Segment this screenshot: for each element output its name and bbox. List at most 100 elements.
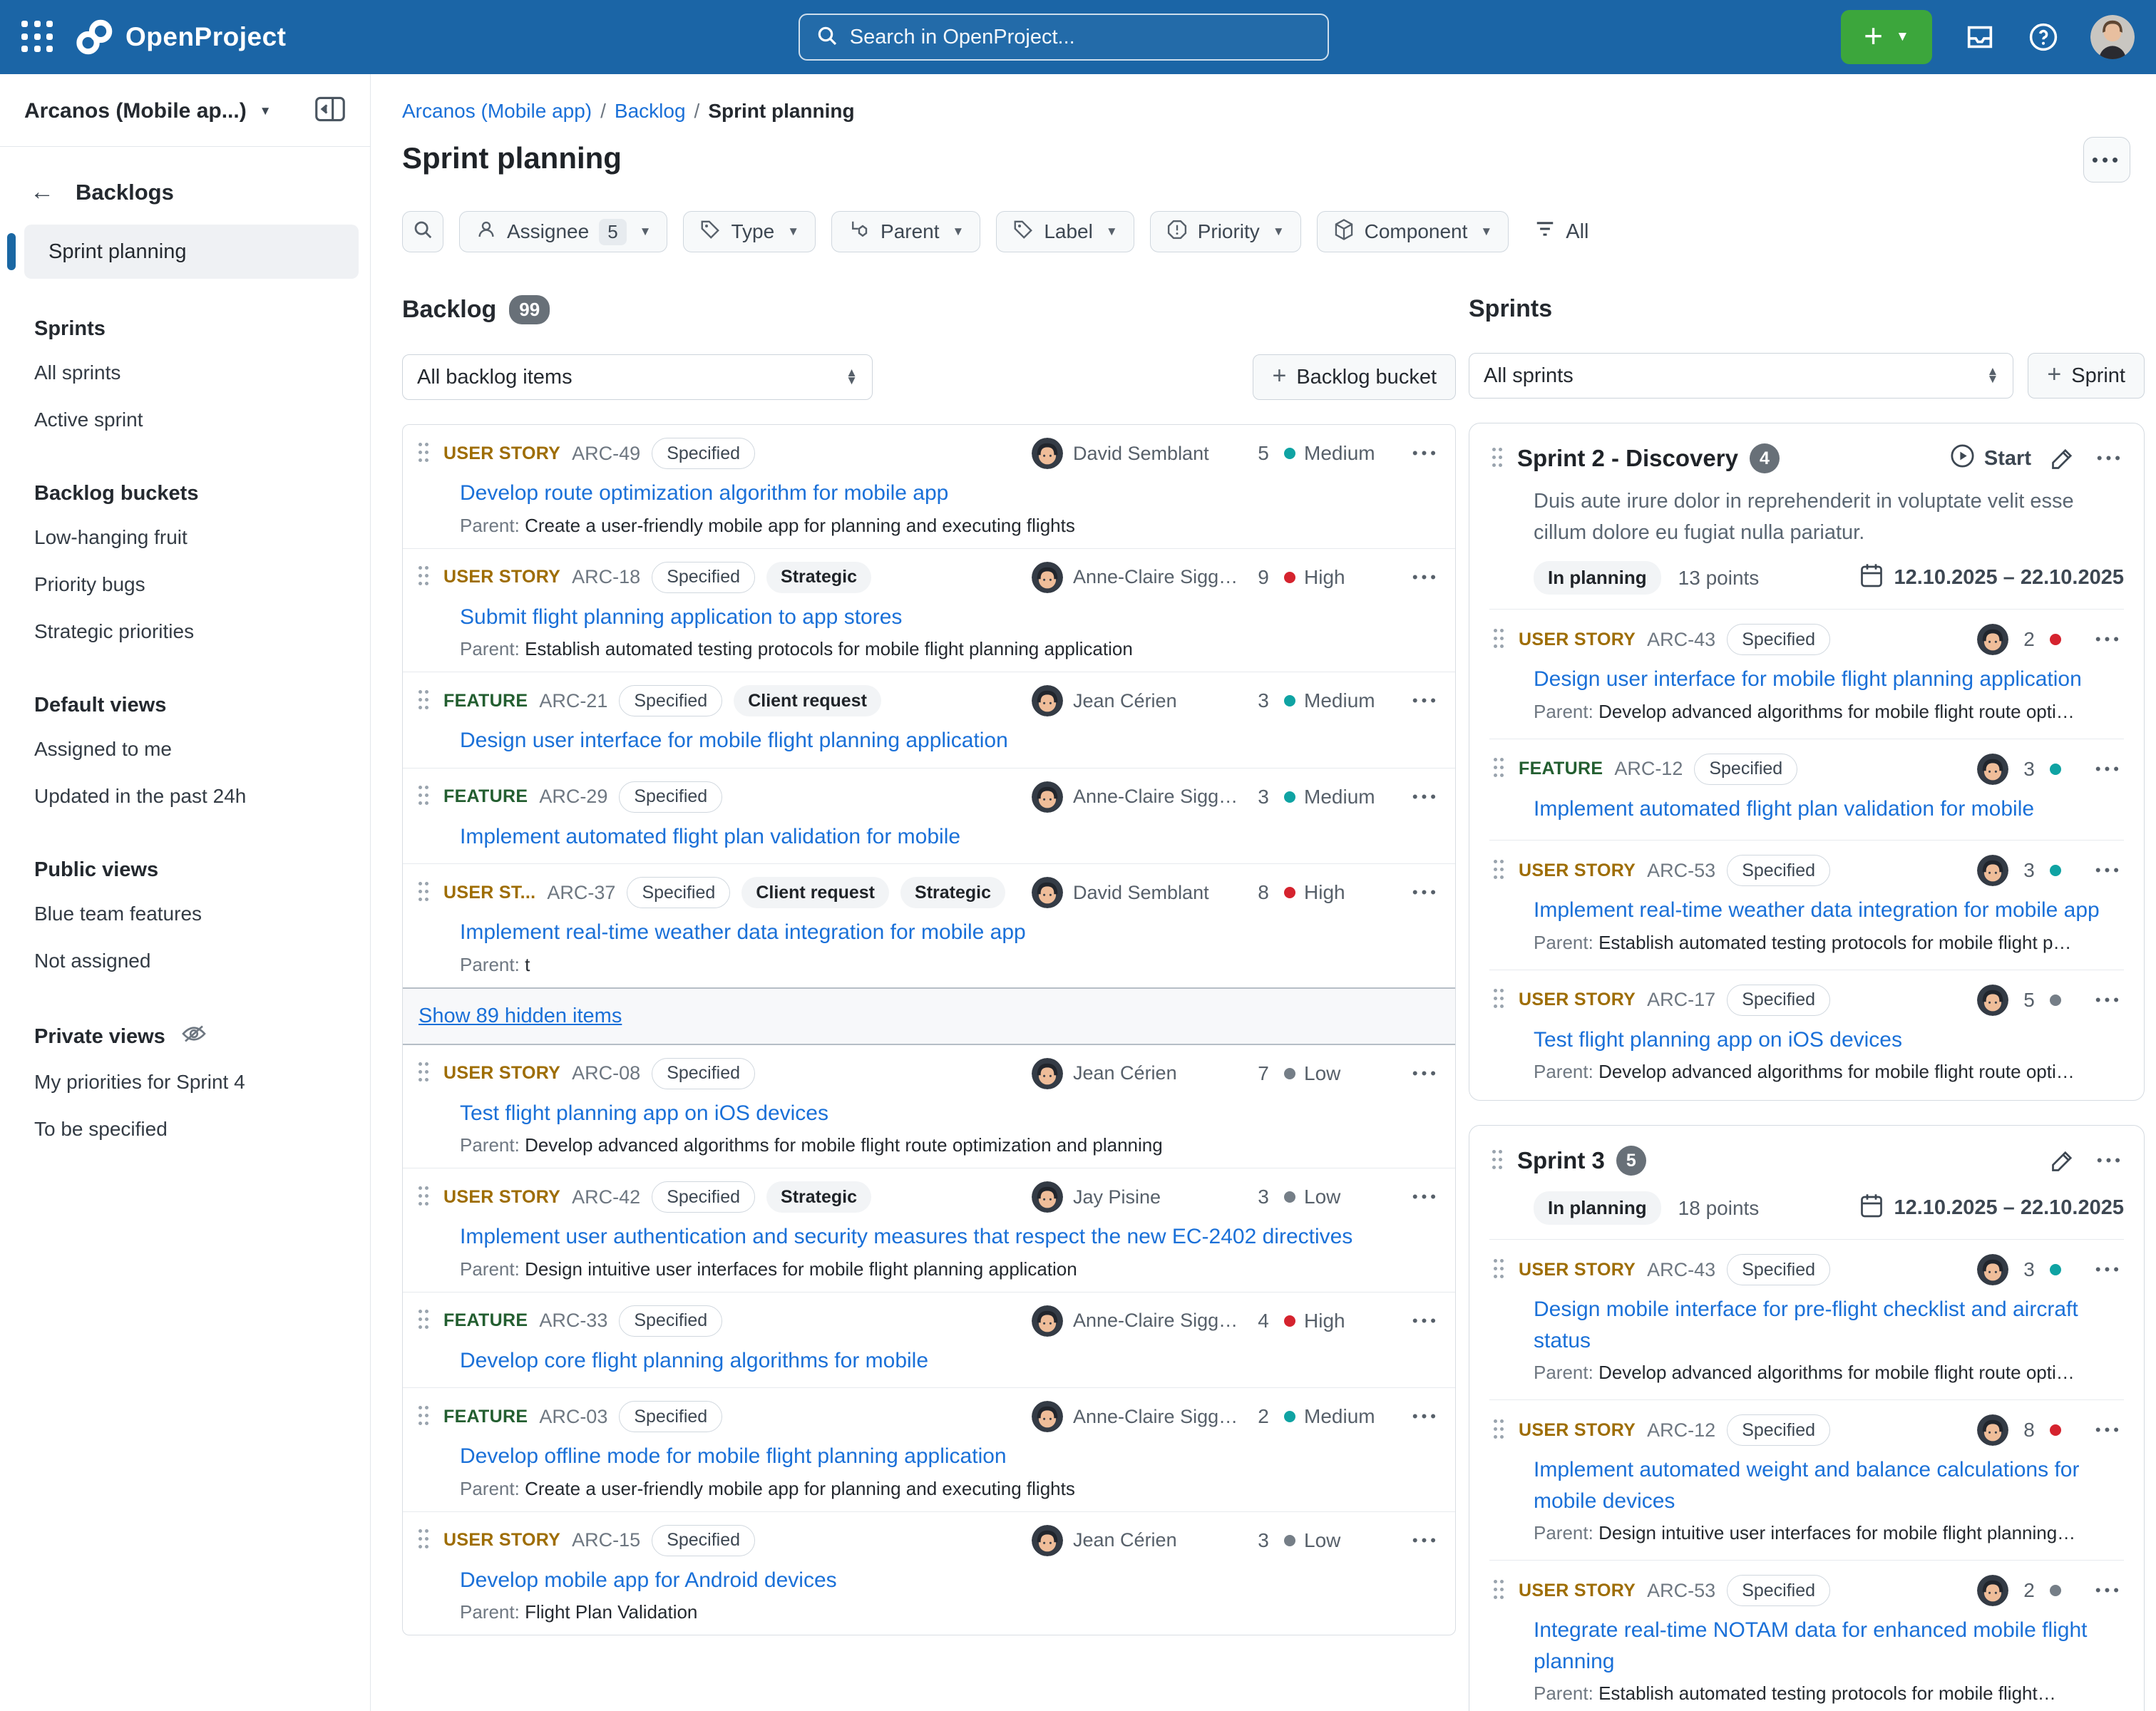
status-badge[interactable]: Specified <box>1727 624 1830 655</box>
status-badge[interactable]: Specified <box>619 1401 722 1432</box>
drag-handle[interactable] <box>419 690 428 712</box>
status-badge[interactable]: Specified <box>652 562 755 593</box>
breadcrumb-link[interactable]: Arcanos (Mobile app) <box>402 100 592 123</box>
work-item-title-link[interactable]: Implement automated flight plan validati… <box>1534 793 2122 825</box>
breadcrumb-link[interactable]: Backlog <box>615 100 686 123</box>
item-menu-button[interactable]: ••• <box>2085 1260 2122 1279</box>
inbox-icon[interactable] <box>1963 21 1996 53</box>
page-menu-button[interactable]: ••• <box>2083 137 2130 183</box>
sidebar-item[interactable]: Updated in the past 24h <box>34 773 346 820</box>
show-hidden-items-link[interactable]: Show 89 hidden items <box>419 1004 622 1027</box>
status-badge[interactable]: Specified <box>652 438 755 469</box>
sidebar-item[interactable]: Not assigned <box>34 937 346 985</box>
status-badge[interactable]: Specified <box>1727 985 1830 1016</box>
drag-handle[interactable] <box>419 882 428 904</box>
drag-handle[interactable] <box>1494 989 1503 1011</box>
drag-handle[interactable] <box>1494 1259 1503 1281</box>
filter-component-button[interactable]: Component ▼ <box>1317 211 1509 252</box>
status-badge[interactable]: Specified <box>1694 754 1797 785</box>
search-input[interactable] <box>850 26 1312 49</box>
work-item-title-link[interactable]: Develop mobile app for Android devices <box>460 1565 1439 1596</box>
status-badge[interactable]: Specified <box>627 877 730 908</box>
global-search[interactable] <box>799 14 1329 61</box>
work-item-title-link[interactable]: Implement automated flight plan validati… <box>460 821 1439 853</box>
status-badge[interactable]: Specified <box>1727 1575 1830 1606</box>
drag-handle[interactable] <box>419 443 428 465</box>
sidebar-item[interactable]: Active sprint <box>34 396 346 443</box>
work-item-title-link[interactable]: Test flight planning app on iOS devices <box>1534 1024 2122 1056</box>
item-menu-button[interactable]: ••• <box>1402 883 1439 902</box>
drag-handle[interactable] <box>419 566 428 588</box>
add-sprint-button[interactable]: + Sprint <box>2028 353 2145 399</box>
work-item-title-link[interactable]: Implement real-time weather data integra… <box>460 917 1439 948</box>
item-menu-button[interactable]: ••• <box>1402 1188 1439 1206</box>
status-badge[interactable]: Specified <box>1727 1414 1830 1446</box>
work-item-title-link[interactable]: Develop core flight planning algorithms … <box>460 1345 1439 1377</box>
status-badge[interactable]: Specified <box>652 1181 755 1213</box>
chevron-down-icon[interactable]: ▼ <box>260 104 272 118</box>
drag-handle[interactable] <box>1494 758 1503 780</box>
global-add-button[interactable]: + ▼ <box>1841 10 1932 64</box>
sprints-view-select[interactable]: All sprints ▲▼ <box>1469 353 2013 399</box>
sidebar-item[interactable]: Blue team features <box>34 890 346 937</box>
edit-pencil-icon[interactable] <box>2050 446 2075 471</box>
filter-all-toggle[interactable]: All <box>1534 220 1588 244</box>
openproject-logo[interactable]: OpenProject <box>76 18 287 56</box>
user-avatar[interactable] <box>2090 15 2135 59</box>
work-item-title-link[interactable]: Integrate real-time NOTAM data for enhan… <box>1534 1615 2122 1677</box>
drag-handle[interactable] <box>1494 860 1503 882</box>
item-menu-button[interactable]: ••• <box>2085 1421 2122 1439</box>
drag-handle[interactable] <box>1492 1150 1502 1172</box>
status-badge[interactable]: Specified <box>619 781 722 813</box>
collapse-sidebar-icon[interactable] <box>314 96 346 126</box>
drag-handle[interactable] <box>1494 629 1503 651</box>
item-menu-button[interactable]: ••• <box>2087 449 2124 468</box>
status-badge[interactable]: Specified <box>652 1058 755 1089</box>
app-grid-icon[interactable] <box>21 21 54 53</box>
work-item-title-link[interactable]: Test flight planning app on iOS devices <box>460 1098 1439 1129</box>
item-menu-button[interactable]: ••• <box>1402 692 1439 710</box>
item-menu-button[interactable]: ••• <box>1402 1407 1439 1426</box>
status-badge[interactable]: Specified <box>652 1525 755 1556</box>
sidebar-item[interactable]: All sprints <box>34 349 346 396</box>
edit-pencil-icon[interactable] <box>2050 1148 2075 1173</box>
label-badge[interactable]: Strategic <box>766 562 871 593</box>
work-item-title-link[interactable]: Develop route optimization algorithm for… <box>460 478 1439 509</box>
sidebar-item[interactable]: Strategic priorities <box>34 608 346 655</box>
label-badge[interactable]: Client request <box>734 685 881 716</box>
drag-handle[interactable] <box>419 1062 428 1084</box>
work-item-title-link[interactable]: Implement user authentication and securi… <box>460 1221 1439 1253</box>
sidebar-item[interactable]: My priorities for Sprint 4 <box>34 1059 346 1106</box>
work-item-title-link[interactable]: Submit flight planning application to ap… <box>460 602 1439 633</box>
filter-type-button[interactable]: Type ▼ <box>683 211 816 252</box>
item-menu-button[interactable]: ••• <box>1402 1312 1439 1330</box>
filter-parent-button[interactable]: Parent ▼ <box>831 211 980 252</box>
work-item-title-link[interactable]: Design user interface for mobile flight … <box>1534 664 2122 695</box>
work-item-title-link[interactable]: Design user interface for mobile flight … <box>460 725 1439 756</box>
filter-assignee-button[interactable]: Assignee 5 ▼ <box>459 211 667 252</box>
item-menu-button[interactable]: ••• <box>2085 1581 2122 1600</box>
status-badge[interactable]: Specified <box>1727 855 1830 886</box>
sidebar-item[interactable]: To be specified <box>34 1106 346 1153</box>
label-badge[interactable]: Strategic <box>900 877 1005 908</box>
sidebar-item[interactable]: Assigned to me <box>34 726 346 773</box>
sidebar-item[interactable]: Priority bugs <box>34 561 346 608</box>
filter-search-button[interactable] <box>402 211 443 252</box>
work-item-title-link[interactable]: Develop offline mode for mobile flight p… <box>460 1441 1439 1472</box>
item-menu-button[interactable]: ••• <box>1402 1531 1439 1550</box>
filter-priority-button[interactable]: Priority ▼ <box>1150 211 1301 252</box>
filter-label-button[interactable]: Label ▼ <box>996 211 1134 252</box>
sidebar-item-sprint-planning[interactable]: Sprint planning <box>24 225 359 279</box>
add-backlog-bucket-button[interactable]: + Backlog bucket <box>1253 354 1456 400</box>
item-menu-button[interactable]: ••• <box>2085 760 2122 779</box>
backlog-view-select[interactable]: All backlog items ▲▼ <box>402 354 873 400</box>
item-menu-button[interactable]: ••• <box>1402 788 1439 806</box>
drag-handle[interactable] <box>1492 448 1502 470</box>
project-selector[interactable]: Arcanos (Mobile ap...) <box>24 99 247 123</box>
drag-handle[interactable] <box>419 786 428 808</box>
help-icon[interactable] <box>2028 21 2059 53</box>
status-badge[interactable]: Specified <box>619 1305 722 1337</box>
work-item-title-link[interactable]: Implement automated weight and balance c… <box>1534 1454 2122 1516</box>
status-badge[interactable]: Specified <box>619 685 722 716</box>
back-to-backlogs[interactable]: ← Backlogs <box>0 178 370 206</box>
